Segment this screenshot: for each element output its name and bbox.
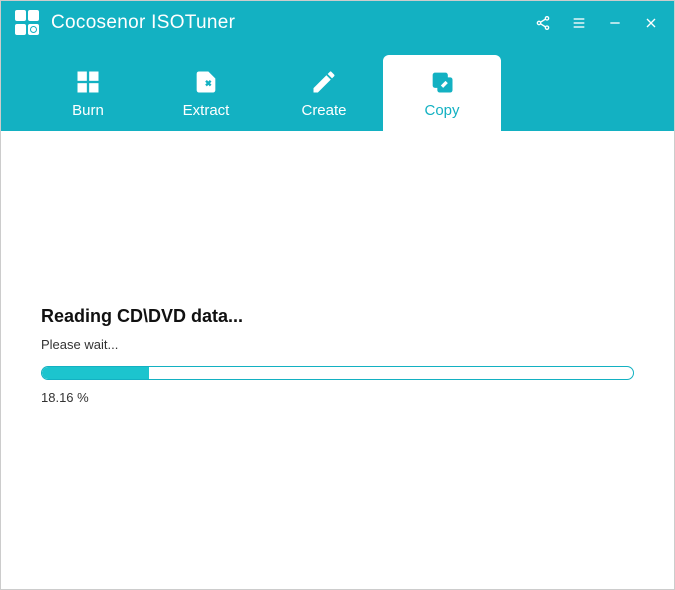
minimize-button[interactable]	[606, 14, 624, 32]
tabs: Burn Extract Create	[1, 45, 674, 131]
tab-copy[interactable]: Copy	[383, 55, 501, 131]
share-icon[interactable]	[534, 14, 552, 32]
titlebar: Cocosenor ISOTuner	[1, 1, 674, 45]
copy-icon	[428, 68, 456, 96]
status-subtitle: Please wait...	[41, 337, 634, 352]
tab-create[interactable]: Create	[265, 55, 383, 131]
app-logo-icon	[15, 10, 41, 36]
progress-percent: 18.16 %	[41, 390, 634, 405]
tab-label: Burn	[72, 102, 104, 119]
progress-bar	[41, 366, 634, 380]
status-title: Reading CD\DVD data...	[41, 306, 634, 327]
app-title: Cocosenor ISOTuner	[51, 12, 235, 34]
tab-extract[interactable]: Extract	[147, 55, 265, 131]
window-controls	[534, 14, 660, 32]
extract-icon	[192, 68, 220, 96]
tab-label: Create	[301, 102, 346, 119]
content-area: Reading CD\DVD data... Please wait... 18…	[1, 131, 674, 589]
tab-label: Copy	[424, 102, 459, 119]
pencil-icon	[310, 68, 338, 96]
tab-label: Extract	[183, 102, 230, 119]
menu-icon[interactable]	[570, 14, 588, 32]
header: Cocosenor ISOTuner	[1, 1, 674, 131]
app-window: Cocosenor ISOTuner	[0, 0, 675, 590]
progress-fill	[42, 367, 149, 379]
grid-icon	[74, 68, 102, 96]
tab-burn[interactable]: Burn	[29, 55, 147, 131]
close-button[interactable]	[642, 14, 660, 32]
